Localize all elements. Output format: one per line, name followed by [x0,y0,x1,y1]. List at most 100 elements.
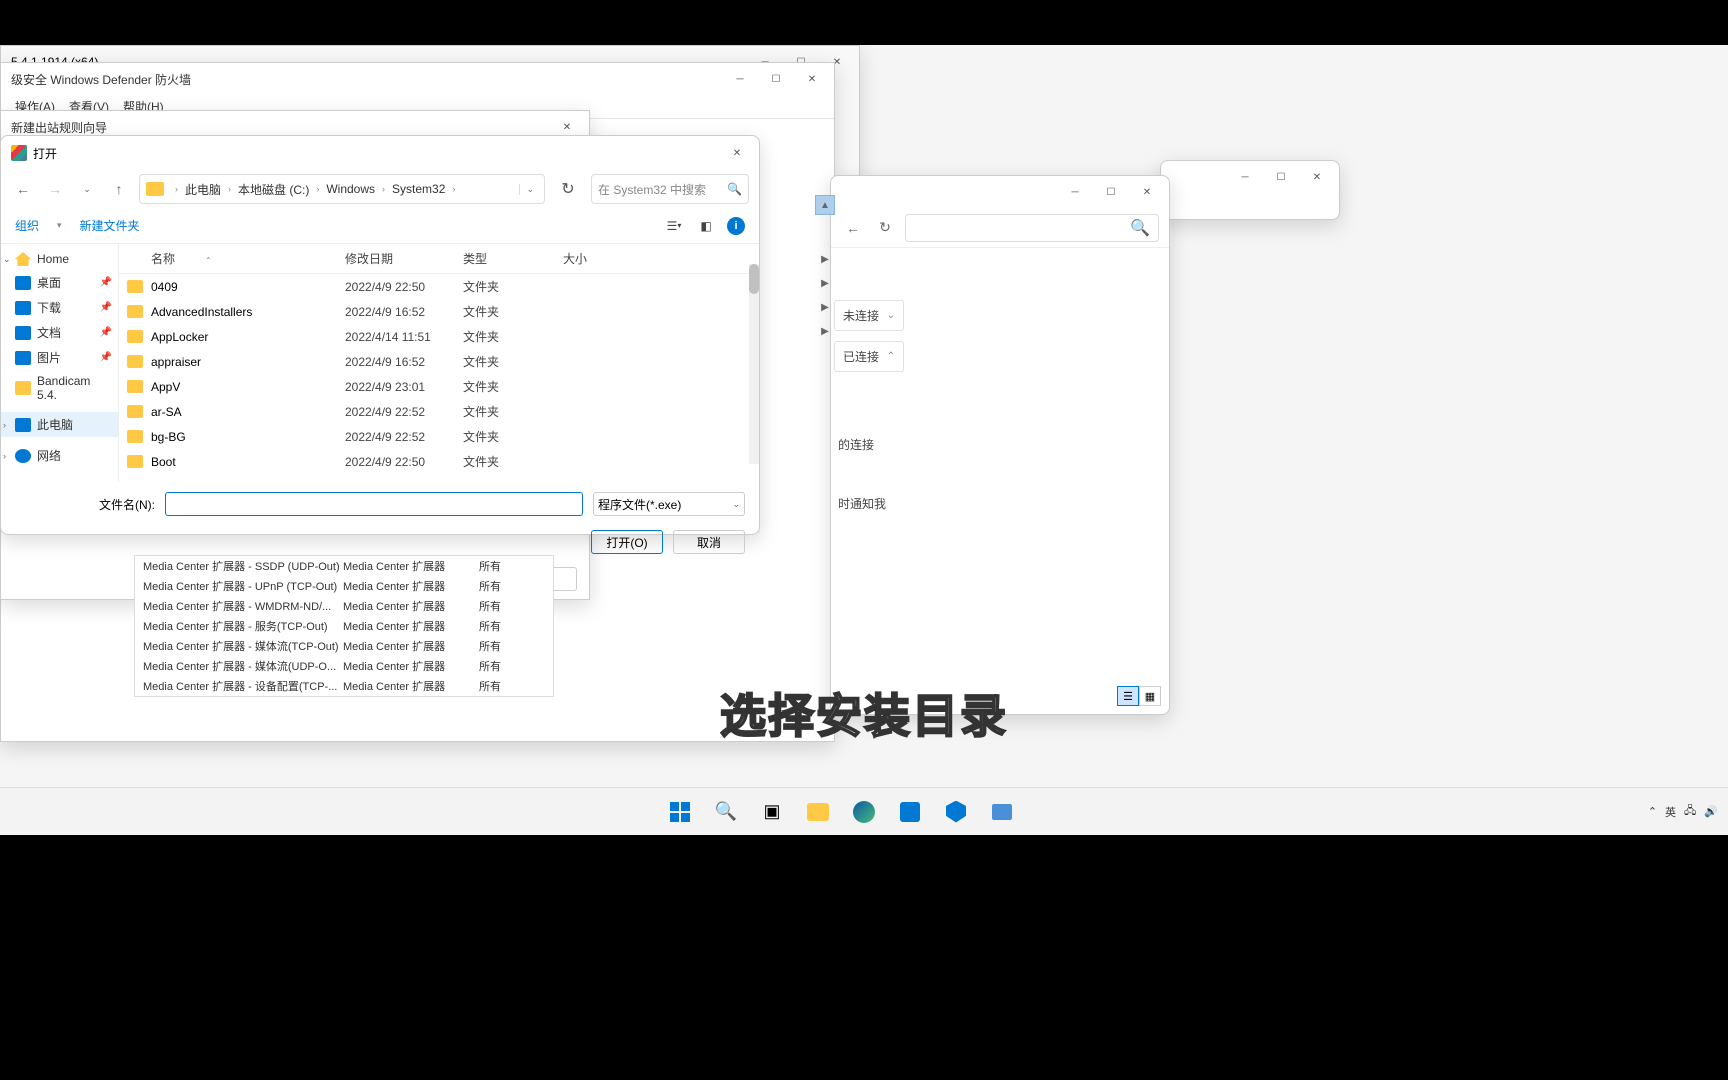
app-button[interactable] [1028,792,1068,832]
edge-icon [853,801,875,823]
grid-view-button[interactable]: ▦ [1139,686,1161,706]
folder-icon [807,803,829,821]
breadcrumb[interactable]: › 此电脑 › 本地磁盘 (C:) › Windows › System32 ›… [139,174,545,204]
nav-recent-button[interactable]: ⌄ [75,177,99,201]
search-placeholder: 在 System32 中搜索 [598,181,706,198]
table-row[interactable]: Media Center 扩展器 - 媒体流(UDP-O...Media Cen… [135,656,553,676]
folder-icon [127,305,143,318]
close-button[interactable]: ✕ [719,139,755,167]
chevron-right-icon: › [172,184,181,194]
close-button[interactable]: ✕ [1129,178,1165,206]
start-button[interactable] [660,792,700,832]
breadcrumb-item[interactable]: Windows [324,182,377,196]
desktop-icon [15,276,31,290]
search-button[interactable]: 🔍 [706,792,746,832]
table-row[interactable]: Media Center 扩展器 - 媒体流(TCP-Out)Media Cen… [135,636,553,656]
taskview-button[interactable]: ▣ [752,792,792,832]
breadcrumb-item[interactable]: 本地磁盘 (C:) [236,181,311,198]
maximize-button[interactable]: ☐ [1263,163,1299,191]
maximize-button[interactable]: ☐ [1093,178,1129,206]
view-menu[interactable]: ☰ ▾ [663,215,685,237]
list-item[interactable]: AppV2022/4/9 23:01文件夹 [119,374,759,399]
connected-status[interactable]: 已连接 ⌃ [834,341,904,372]
list-item[interactable]: Boot2022/4/9 22:50文件夹 [119,449,759,474]
volume-icon[interactable]: 🔊 [1704,805,1718,818]
settings-button[interactable] [982,792,1022,832]
close-button[interactable]: ✕ [1299,163,1335,191]
refresh-button[interactable]: ↻ [553,174,583,204]
folder-icon [127,430,143,443]
nav-up-button[interactable]: ↑ [107,177,131,201]
ime-indicator[interactable]: 英 [1665,804,1676,820]
folder-icon [127,280,143,293]
minimize-button[interactable]: ─ [1227,163,1263,191]
list-item[interactable]: AppLocker2022/4/14 11:51文件夹 [119,324,759,349]
back-button[interactable]: ← [841,216,865,240]
arrow-icon: ▶ [815,297,835,317]
sidebar-item-network[interactable]: ›网络 [1,443,118,468]
col-date[interactable]: 修改日期 [345,250,463,267]
folder-icon [127,355,143,368]
pin-icon: 📌 [100,277,112,288]
list-item[interactable]: ar-SA2022/4/9 22:52文件夹 [119,399,759,424]
settings-icon [992,804,1012,820]
search-box[interactable]: 🔍 [905,214,1159,242]
scroll-arrows: ▲ ▶ ▶ ▶ ▶ [815,195,835,341]
status-text: 的连接 [834,428,904,461]
chevron-down-icon[interactable]: ⌄ [519,184,540,195]
open-button[interactable]: 打开(O) [591,530,663,554]
table-row[interactable]: Media Center 扩展器 - 设备配置(TCP-...Media Cen… [135,676,553,696]
arrow-icon: ▶ [815,321,835,341]
store-button[interactable] [890,792,930,832]
network-icon[interactable]: 🖧 [1684,802,1696,821]
cancel-button[interactable]: 取消 [673,530,745,554]
refresh-button[interactable]: ↻ [873,216,897,240]
search-input[interactable]: 在 System32 中搜索 🔍 [591,174,749,204]
scroll-up-icon[interactable]: ▲ [815,195,835,215]
nav-back-button[interactable]: ← [11,177,35,201]
filename-input[interactable] [165,492,583,516]
col-type[interactable]: 类型 [463,250,563,267]
filetype-select[interactable]: 程序文件(*.exe) ⌄ [593,492,745,516]
list-view-button[interactable]: ☰ [1117,686,1139,706]
table-row[interactable]: Media Center 扩展器 - 服务(TCP-Out)Media Cent… [135,616,553,636]
close-button[interactable]: ✕ [794,65,830,93]
minimize-button[interactable]: ─ [1057,178,1093,206]
defender-button[interactable] [936,792,976,832]
scrollbar[interactable] [749,264,759,464]
nav-forward-button[interactable]: → [43,177,67,201]
maximize-button[interactable]: ☐ [758,65,794,93]
sidebar-item-downloads[interactable]: 下载📌 [1,295,118,320]
preview-button[interactable]: ◧ [695,215,717,237]
sidebar-item-pc[interactable]: ›此电脑 [1,412,118,437]
sidebar-item-home[interactable]: ⌄Home [1,248,118,270]
table-row[interactable]: Media Center 扩展器 - WMDRM-ND/...Media Cen… [135,596,553,616]
sidebar-item-bandicam[interactable]: Bandicam 5.4. [1,370,118,406]
store-icon [900,802,920,822]
arrow-icon: ▶ [815,273,835,293]
organize-menu[interactable]: 组织 [15,217,39,234]
col-name[interactable]: 名称 [151,252,175,266]
tray-chevron-icon[interactable]: ⌃ [1648,805,1657,818]
edge-button[interactable] [844,792,884,832]
table-row[interactable]: Media Center 扩展器 - UPnP (TCP-Out)Media C… [135,576,553,596]
explorer-button[interactable] [798,792,838,832]
breadcrumb-item[interactable]: 此电脑 [183,181,223,198]
sidebar-item-desktop[interactable]: 桌面📌 [1,270,118,295]
pin-icon: 📌 [100,327,112,338]
sidebar-item-pictures[interactable]: 图片📌 [1,345,118,370]
list-item[interactable]: AdvancedInstallers2022/4/9 16:52文件夹 [119,299,759,324]
rule-table: Media Center 扩展器 - SSDP (UDP-Out)Media C… [134,555,554,697]
sidebar-item-documents[interactable]: 文档📌 [1,320,118,345]
minimize-button[interactable]: ─ [722,65,758,93]
list-item[interactable]: appraiser2022/4/9 16:52文件夹 [119,349,759,374]
list-item[interactable]: bg-BG2022/4/9 22:52文件夹 [119,424,759,449]
scrollbar-thumb[interactable] [749,264,759,294]
col-size[interactable]: 大小 [563,250,623,267]
disconnected-status[interactable]: 未连接 ⌄ [834,300,904,331]
breadcrumb-item[interactable]: System32 [390,182,447,196]
list-item[interactable]: 04092022/4/9 22:50文件夹 [119,274,759,299]
new-folder-button[interactable]: 新建文件夹 [80,217,140,234]
folder-icon [127,380,143,393]
info-icon[interactable]: i [727,217,745,235]
